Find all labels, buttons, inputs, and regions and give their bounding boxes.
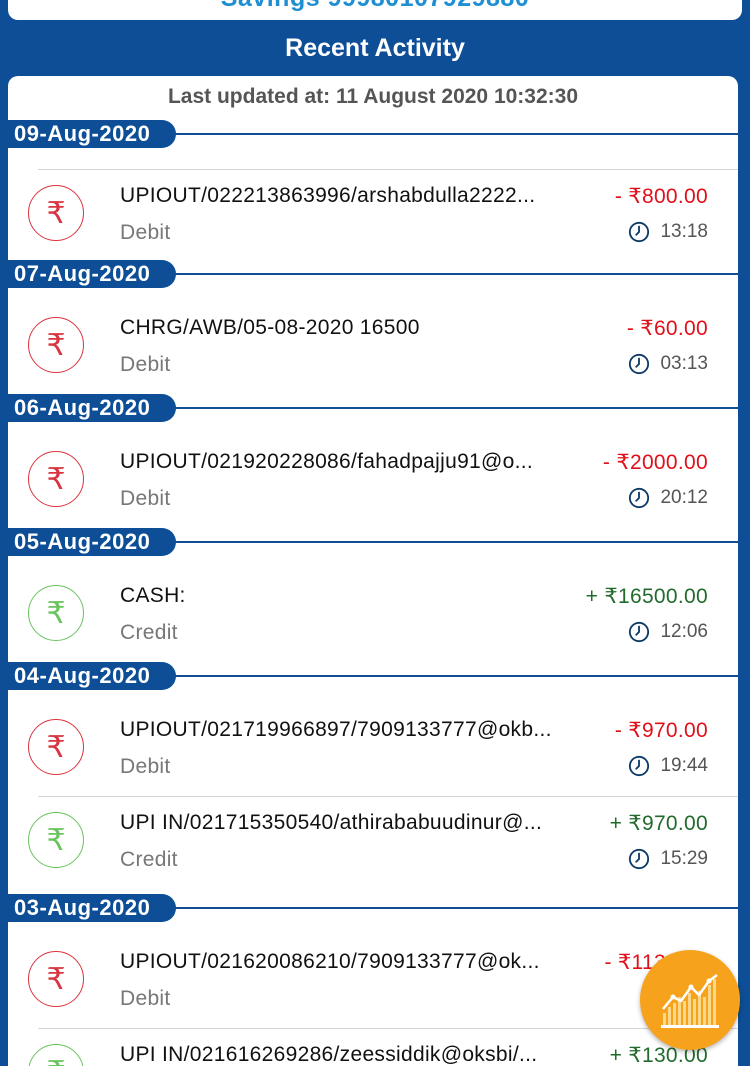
time-value: 03:13 xyxy=(660,353,708,374)
transaction-amount: + ₹970.00 xyxy=(609,812,708,835)
transaction-time: 19:44 xyxy=(628,755,708,777)
transaction-type: Debit xyxy=(120,755,171,778)
transaction-description: CASH: xyxy=(120,584,186,607)
transaction-type: Credit xyxy=(120,621,178,644)
date-label: 07-Aug-2020 xyxy=(8,260,177,288)
divider xyxy=(38,150,738,170)
rupee-icon: ₹ xyxy=(28,451,84,507)
transaction-row[interactable]: ₹ CHRG/AWB/05-08-2020 16500 Debit - ₹60.… xyxy=(8,290,738,394)
transaction-description: CHRG/AWB/05-08-2020 16500 xyxy=(120,316,420,339)
date-header: 04-Aug-2020 xyxy=(8,662,738,692)
transaction-type: Debit xyxy=(120,353,171,376)
analytics-fab[interactable] xyxy=(640,950,740,1050)
transaction-amount: - ₹60.00 xyxy=(626,317,708,340)
rupee-icon: ₹ xyxy=(28,1044,84,1066)
rupee-icon: ₹ xyxy=(28,185,84,241)
date-label: 05-Aug-2020 xyxy=(8,528,177,556)
section-title: Recent Activity xyxy=(285,34,465,62)
account-label: Savings 99980107929880 xyxy=(8,0,742,13)
transaction-type: Debit xyxy=(120,987,171,1010)
transaction-time: 13:18 xyxy=(628,221,708,243)
clock-icon xyxy=(629,221,650,243)
transaction-row[interactable]: ₹ UPI IN/021715350540/athirababuudinur@.… xyxy=(28,796,738,886)
rupee-icon: ₹ xyxy=(28,951,84,1007)
time-value: 15:29 xyxy=(660,848,708,869)
clock-icon xyxy=(629,848,650,870)
activity-panel: Last updated at: 11 August 2020 10:32:30… xyxy=(8,76,738,1066)
rupee-icon: ₹ xyxy=(28,719,84,775)
transaction-time: 03:13 xyxy=(628,353,708,375)
last-updated: Last updated at: 11 August 2020 10:32:30 xyxy=(167,85,579,108)
transaction-row[interactable]: ₹ UPIOUT/021920228086/fahadpajju91@o... … xyxy=(8,424,738,528)
transaction-row[interactable]: ₹ UPIOUT/021620086210/7909133777@ok... D… xyxy=(8,924,738,1028)
clock-icon xyxy=(629,353,650,375)
transaction-description: UPI IN/021715350540/athirababuudinur@... xyxy=(120,811,543,834)
transaction-time: 15:29 xyxy=(628,848,708,870)
transaction-amount: + ₹16500.00 xyxy=(585,585,708,608)
transaction-description: UPIOUT/022213863996/arshabdulla2222... xyxy=(120,184,536,207)
time-value: 13:18 xyxy=(660,221,708,242)
clock-icon xyxy=(629,487,650,509)
date-header: 09-Aug-2020 xyxy=(8,120,738,150)
transaction-amount: - ₹970.00 xyxy=(614,719,708,742)
account-card[interactable]: Savings 99980107929880 xyxy=(8,0,742,20)
date-header: 07-Aug-2020 xyxy=(8,260,738,290)
date-header: 06-Aug-2020 xyxy=(8,394,738,424)
transaction-time: 20:12 xyxy=(628,487,708,509)
date-header: 05-Aug-2020 xyxy=(8,528,738,558)
transaction-row[interactable]: ₹ UPIOUT/022213863996/arshabdulla2222...… xyxy=(8,170,738,260)
transaction-row[interactable]: ₹ CASH: Credit + ₹16500.00 12:06 xyxy=(8,558,738,662)
transaction-type: Debit xyxy=(120,221,171,244)
time-value: 19:44 xyxy=(660,755,708,776)
rupee-icon: ₹ xyxy=(28,317,84,373)
rupee-icon: ₹ xyxy=(28,812,84,868)
transaction-description: UPIOUT/021920228086/fahadpajju91@o... xyxy=(120,450,534,473)
date-label: 03-Aug-2020 xyxy=(8,894,177,922)
date-header: 03-Aug-2020 xyxy=(8,894,738,924)
transaction-type: Debit xyxy=(120,487,171,510)
transaction-amount: - ₹2000.00 xyxy=(602,451,708,474)
time-value: 12:06 xyxy=(660,621,708,642)
transaction-description: UPIOUT/021620086210/7909133777@ok... xyxy=(120,950,540,973)
date-label: 04-Aug-2020 xyxy=(8,662,177,690)
chart-icon xyxy=(661,974,719,1028)
clock-icon xyxy=(629,621,650,643)
transaction-type: Credit xyxy=(120,848,178,871)
rupee-icon: ₹ xyxy=(28,585,84,641)
transaction-time: 12:06 xyxy=(628,621,708,643)
transaction-row[interactable]: ₹ UPI IN/021616269286/zeessiddik@oksbi/.… xyxy=(28,1028,738,1066)
transaction-row[interactable]: ₹ UPIOUT/021719966897/7909133777@okb... … xyxy=(8,692,738,796)
date-label: 06-Aug-2020 xyxy=(8,394,177,422)
date-label: 09-Aug-2020 xyxy=(8,120,177,148)
transaction-description: UPIOUT/021719966897/7909133777@okb... xyxy=(120,718,552,741)
transaction-description: UPI IN/021616269286/zeessiddik@oksbi/... xyxy=(120,1043,538,1066)
time-value: 20:12 xyxy=(660,487,708,508)
clock-icon xyxy=(629,755,650,777)
transaction-amount: - ₹800.00 xyxy=(614,185,708,208)
